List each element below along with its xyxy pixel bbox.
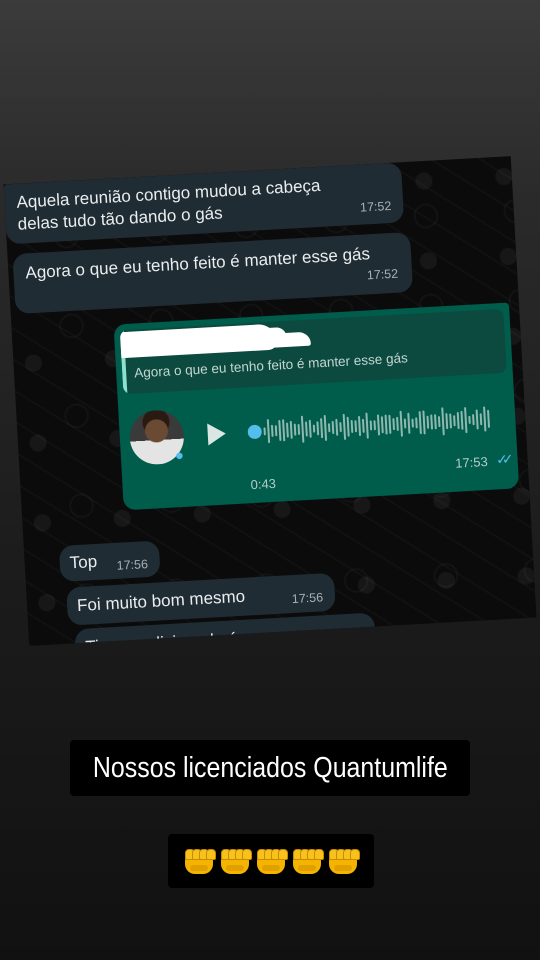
waveform-bar	[483, 406, 487, 432]
waveform-bar	[422, 410, 426, 435]
waveform-bar	[320, 418, 324, 439]
waveform-bar	[415, 417, 418, 429]
waveform-bar	[312, 424, 316, 433]
voice-message-bubble[interactable]: Agora o que eu tenho feito é manter esse…	[113, 302, 520, 511]
waveform-bar	[300, 415, 305, 443]
waveform-bar	[426, 415, 430, 429]
waveform-bar	[293, 423, 297, 436]
redacted-name-scribble	[119, 323, 278, 360]
waveform-bar	[487, 409, 490, 428]
message-bubble[interactable]: Agora o que eu tenho feito é manter esse…	[12, 231, 414, 315]
waveform-bar	[369, 420, 373, 431]
waveform-bar	[263, 427, 266, 436]
waveform-bar	[380, 416, 384, 434]
audio-waveform[interactable]	[247, 399, 497, 451]
waveform-bar	[335, 418, 339, 436]
message-text: Top	[69, 551, 98, 573]
play-icon[interactable]	[207, 422, 227, 446]
waveform-bar	[331, 421, 335, 435]
waveform-bar	[475, 409, 479, 430]
waveform-bar	[449, 413, 452, 429]
waveform-bar	[396, 416, 399, 431]
waveform-bar	[278, 420, 282, 441]
waveform-bar	[373, 420, 376, 431]
waveform-bar	[376, 414, 381, 436]
waveform-bar	[339, 422, 342, 433]
waveform-bar	[365, 412, 369, 439]
waveform-bar	[323, 414, 328, 441]
waveform-bar	[437, 416, 441, 428]
waveform-bar	[445, 413, 449, 430]
quoted-reply[interactable]: Agora o que eu tenho feito é manter esse…	[119, 308, 507, 395]
microphone-icon: ●	[174, 446, 185, 465]
waveform-bar	[472, 414, 475, 426]
waveform-bar	[388, 414, 392, 434]
oncoming-fist-icon	[182, 846, 216, 876]
waveform-bar	[418, 411, 422, 435]
chat-screenshot: Aquela reunião contigo mudou a cabeça de…	[3, 156, 537, 646]
waveform-bar	[305, 421, 308, 437]
waveform-bar	[441, 407, 445, 436]
waveform-bar	[282, 419, 286, 442]
voice-duration: 0:43	[250, 475, 277, 493]
message-time: 17:53	[454, 453, 489, 471]
waveform-bar	[479, 413, 483, 426]
message-text: Foi muito bom mesmo	[76, 586, 246, 616]
waveform-bar	[407, 412, 411, 434]
playback-position-dot[interactable]	[247, 424, 262, 440]
waveform-bar	[342, 413, 347, 440]
waveform-bar	[430, 414, 433, 430]
waveform-bar	[464, 407, 468, 434]
emoji-sticker	[168, 834, 374, 888]
waveform-bar	[327, 423, 331, 433]
waveform-bar	[350, 419, 354, 433]
waveform-bar	[354, 420, 358, 433]
waveform-bar	[399, 410, 403, 437]
double-check-icon: ✓✓	[495, 450, 509, 468]
message-time: 17:56	[331, 630, 364, 646]
waveform-bar	[358, 416, 362, 437]
waveform-bar	[384, 414, 388, 435]
waveform-bar	[289, 420, 293, 439]
message-time: 17:52	[366, 266, 399, 283]
story-caption: Nossos licenciados Quantumlife	[70, 740, 470, 796]
waveform-bar	[286, 422, 289, 438]
message-text: Aquela reunião contigo mudou a cabeça de…	[15, 175, 321, 234]
waveform-bar	[434, 414, 437, 430]
message-time: 17:56	[291, 590, 324, 607]
oncoming-fist-icon	[254, 846, 288, 876]
waveform-bar	[468, 415, 471, 424]
waveform-bar	[297, 423, 301, 435]
waveform-bar	[411, 418, 414, 428]
waveform-bar	[361, 418, 365, 433]
message-bubble[interactable]: Aquela reunião contigo mudou a cabeça de…	[3, 162, 405, 245]
oncoming-fist-icon	[326, 846, 360, 876]
message-time: 17:52	[359, 198, 392, 215]
message-time: 17:56	[116, 557, 149, 573]
waveform-bar	[392, 418, 395, 431]
waveform-bar	[460, 410, 464, 430]
waveform-bar	[274, 425, 278, 437]
oncoming-fist-icon	[290, 846, 324, 876]
waveform-bar	[266, 419, 271, 444]
waveform-bar	[346, 416, 350, 437]
waveform-bar	[403, 418, 407, 429]
waveform-bar	[456, 412, 460, 430]
waveform-bar	[270, 424, 274, 437]
oncoming-fist-icon	[218, 846, 252, 876]
message-text: Agora o que eu tenho feito é manter esse…	[24, 244, 371, 283]
waveform-bar	[308, 419, 312, 438]
message-text: Tipo um divisor de águas	[84, 627, 276, 646]
message-bubble[interactable]: Top 17:56	[58, 540, 161, 582]
waveform-bar	[316, 421, 320, 436]
caption-text: Nossos licenciados Quantumlife	[92, 751, 448, 784]
waveform-bar	[453, 415, 456, 427]
